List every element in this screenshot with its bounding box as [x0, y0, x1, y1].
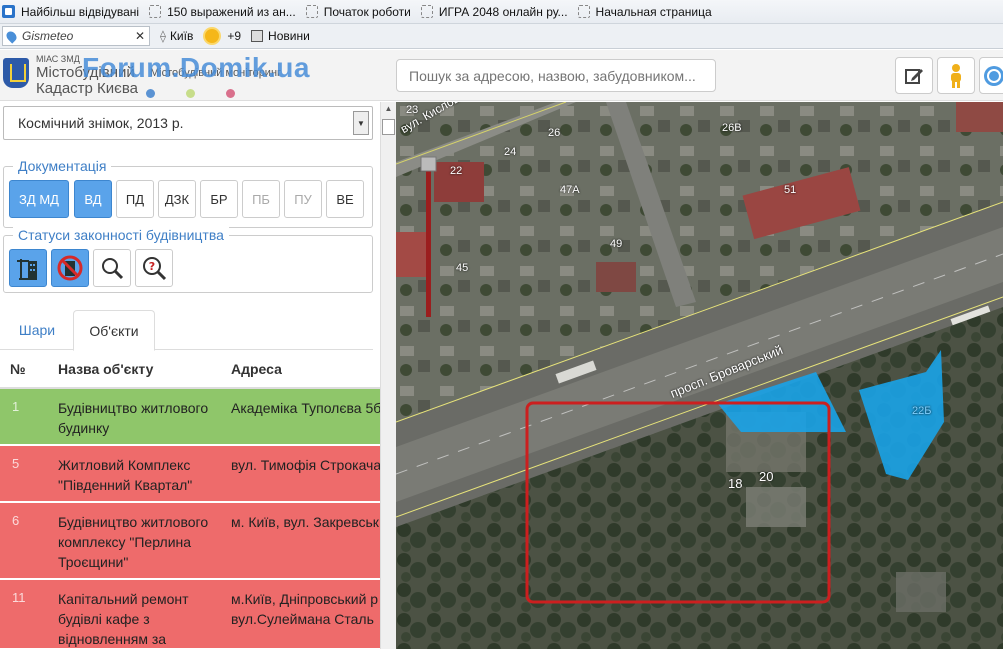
- legal-construction-button[interactable]: [9, 249, 47, 287]
- sun-icon: [205, 29, 220, 43]
- documentation-title: Документація: [13, 158, 112, 174]
- table-row[interactable]: 1 Будівництво житлового будинку Академік…: [0, 389, 380, 445]
- addon-toolbar: Gismeteo ✕ ⟠ Київ +9 Новини: [0, 24, 1003, 49]
- doc-btn-pd[interactable]: ПД: [116, 180, 154, 218]
- compass-icon: [984, 65, 1003, 86]
- row-number: 5: [12, 456, 20, 471]
- page-icon: [577, 5, 590, 18]
- search-objects-button[interactable]: [93, 249, 131, 287]
- doc-btn-ve[interactable]: ВЕ: [326, 180, 364, 218]
- indicator-dot-blue: [146, 89, 155, 98]
- bookmark-most-visited[interactable]: Найбільш відвідувані: [2, 5, 139, 19]
- page-icon: [149, 5, 162, 18]
- street-view-button[interactable]: [937, 57, 975, 94]
- news-icon: [251, 30, 264, 42]
- map-house-number: 51: [784, 184, 797, 196]
- map-house-number: 18: [728, 476, 743, 491]
- map-house-number: 22Б: [912, 405, 932, 417]
- kyiv-emblem-icon: [3, 58, 29, 88]
- illegal-construction-icon: [57, 255, 83, 281]
- city-selector[interactable]: ⟠ Київ: [160, 29, 193, 43]
- gismeteo-drop-icon: [4, 28, 19, 44]
- doc-btn-vd[interactable]: ВД: [74, 180, 112, 218]
- scroll-up-icon[interactable]: ▲: [382, 104, 395, 116]
- row-address: Академіка Туполєва 5б: [231, 400, 380, 416]
- edit-icon: [905, 68, 923, 84]
- row-address: м. Київ, вул. Закревськ: [231, 514, 379, 530]
- doc-btn-dzk[interactable]: ДЗК: [158, 180, 196, 218]
- col-header-address[interactable]: Адреса: [231, 350, 282, 388]
- table-row[interactable]: 5 Житловий Комплекс "Південний Квартал" …: [0, 446, 380, 502]
- map-house-number: 22: [450, 165, 463, 177]
- indicator-dot-pink: [226, 89, 235, 98]
- close-icon[interactable]: ✕: [135, 29, 145, 43]
- tab-objects[interactable]: Об'єкти: [73, 310, 155, 351]
- scrollbar-thumb[interactable]: [382, 119, 395, 135]
- row-object-name: Будівництво житлового будинку: [58, 400, 209, 436]
- address-search-input[interactable]: [396, 59, 716, 92]
- map-house-number: 26: [548, 127, 561, 139]
- col-header-number[interactable]: №: [10, 350, 26, 388]
- table-row[interactable]: 11 Капітальний ремонт будівлі кафе з від…: [0, 580, 380, 649]
- location-icon: ⟠: [160, 29, 166, 43]
- map-house-number: 47А: [560, 184, 580, 196]
- pegman-icon: [951, 63, 961, 88]
- bookmarks-bar: Найбільш відвідувані 150 выражений из ан…: [0, 0, 1003, 24]
- tab-layers[interactable]: Шари: [2, 310, 72, 350]
- chevron-down-icon[interactable]: ▼: [353, 111, 369, 135]
- bookmarks-folder-icon: [2, 5, 15, 18]
- row-address: м.Київ, Дніпровський р вул.Сулеймана Ста…: [231, 591, 379, 627]
- doc-btn-pb[interactable]: ПБ: [242, 180, 280, 218]
- map-house-number: 20: [759, 469, 774, 484]
- bookmark-getting-started[interactable]: Початок роботи: [305, 5, 411, 19]
- doc-btn-pu[interactable]: ПУ: [284, 180, 322, 218]
- temperature: +9: [227, 29, 242, 43]
- row-object-name: Житловий Комплекс "Південний Квартал": [58, 457, 193, 493]
- map-house-number: 45: [456, 262, 469, 274]
- doc-btn-zd-md[interactable]: ЗД МД: [9, 180, 69, 218]
- row-address: вул. Тимофія Строкача: [231, 457, 380, 473]
- forum-watermark: Forum.Domik.ua: [82, 52, 310, 83]
- bookmark-start-page[interactable]: Начальная страница: [577, 5, 712, 19]
- question-magnifier-icon: ?: [143, 257, 167, 281]
- col-header-name[interactable]: Назва об'єкту: [58, 350, 153, 388]
- row-object-name: Капітальний ремонт будівлі кафе з віднов…: [58, 591, 189, 647]
- table-row[interactable]: 6 Будівництво житлового комплексу "Перли…: [0, 503, 380, 579]
- logo-small-text: МІАС ЗМД: [36, 54, 80, 64]
- bookmark-150-expressions[interactable]: 150 выражений из ан...: [149, 5, 296, 19]
- page-icon: [305, 5, 318, 18]
- indicator-dot-green: [186, 89, 195, 98]
- svg-text:?: ?: [149, 260, 155, 273]
- map-house-number: 49: [610, 238, 623, 250]
- panel-scrollbar[interactable]: ▲: [380, 102, 396, 649]
- illegal-construction-button[interactable]: [51, 249, 89, 287]
- row-number: 11: [12, 590, 26, 605]
- news-button[interactable]: Новини: [251, 29, 310, 43]
- compass-button[interactable]: [979, 57, 1003, 94]
- legal-construction-icon: [17, 259, 37, 280]
- magnifier-icon: [102, 258, 124, 280]
- page-icon: [420, 5, 433, 18]
- edit-button[interactable]: [895, 57, 933, 94]
- satellite-map[interactable]: 23 вул. Кисловодська 26 24 26В 22 47А 51…: [396, 102, 1003, 649]
- base-layer-select[interactable]: Космічний знімок, 2013 р. ▼: [3, 106, 373, 140]
- legality-status-title: Статуси законності будівництва: [13, 227, 229, 243]
- map-house-number: 26В: [722, 122, 742, 134]
- doc-btn-br[interactable]: БР: [200, 180, 238, 218]
- gismeteo-widget[interactable]: Gismeteo ✕: [2, 26, 150, 46]
- row-number: 6: [12, 513, 20, 528]
- map-house-number: 24: [504, 146, 517, 158]
- bookmark-game-2048[interactable]: ИГРА 2048 онлайн ру...: [420, 5, 568, 19]
- unknown-status-search-button[interactable]: ?: [135, 249, 173, 287]
- row-number: 1: [12, 399, 20, 414]
- row-object-name: Будівництво житлового комплексу "Перлина…: [58, 514, 209, 570]
